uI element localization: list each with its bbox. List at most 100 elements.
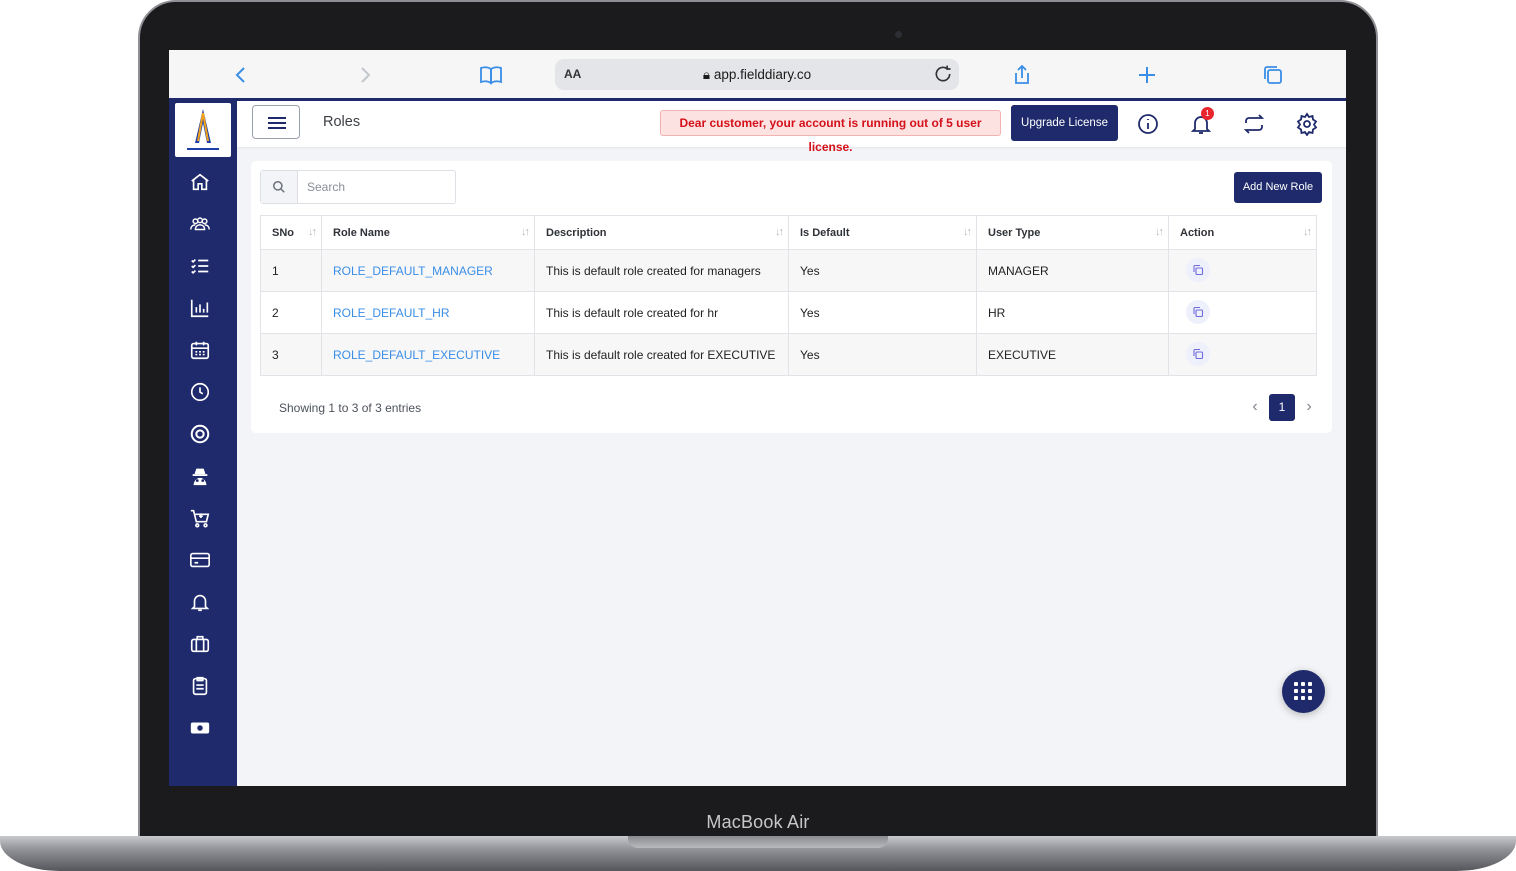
search-icon <box>261 171 298 203</box>
column-header-user-type[interactable]: User Type ↓↑ <box>976 215 1169 250</box>
task-list-icon[interactable] <box>189 255 211 277</box>
role-name-link[interactable]: ROLE_DEFAULT_HR <box>321 291 535 334</box>
table-row: 1 ROLE_DEFAULT_MANAGER This is default r… <box>260 249 1317 292</box>
cell-description: This is default role created for EXECUTI… <box>534 333 789 376</box>
cell-is-default: Yes <box>788 249 977 292</box>
role-name-link[interactable]: ROLE_DEFAULT_EXECUTIVE <box>321 333 535 376</box>
target-icon[interactable] <box>189 423 211 445</box>
spy-icon[interactable] <box>189 465 211 487</box>
cash-icon[interactable] <box>189 717 211 739</box>
lock-icon: 🔒︎ <box>702 67 714 82</box>
grid-dot <box>1294 689 1298 693</box>
sort-icon: ↓↑ <box>963 226 972 238</box>
copy-icon <box>1193 348 1204 360</box>
sort-icon: ↓↑ <box>308 226 317 238</box>
bookmarks-icon[interactable] <box>479 63 503 87</box>
copy-role-button[interactable] <box>1186 342 1210 366</box>
copy-role-button[interactable] <box>1186 300 1210 324</box>
menu-line <box>268 122 286 124</box>
card-icon[interactable] <box>189 549 211 571</box>
reload-icon[interactable] <box>933 64 953 84</box>
sort-icon: ↓↑ <box>1303 226 1312 238</box>
back-icon[interactable] <box>229 63 253 87</box>
grid-dot <box>1294 696 1298 700</box>
users-icon[interactable] <box>189 213 211 235</box>
bell-icon[interactable] <box>189 591 211 613</box>
new-tab-icon[interactable] <box>1135 63 1159 87</box>
notification-count-badge: 1 <box>1201 107 1214 120</box>
cell-description: This is default role created for manager… <box>534 249 789 292</box>
column-header-action[interactable]: Action ↓↑ <box>1168 215 1317 250</box>
column-header-role-name[interactable]: Role Name ↓↑ <box>321 215 535 250</box>
sort-icon: ↓↑ <box>521 226 530 238</box>
entries-info: Showing 1 to 3 of 3 entries <box>279 401 422 415</box>
grid-dot <box>1294 682 1298 686</box>
sort-icon: ↓↑ <box>1155 226 1164 238</box>
roles-table: SNo ↓↑ Role Name ↓↑ Description ↓↑ Is Defau… <box>260 215 1317 376</box>
search-box <box>260 170 456 204</box>
upgrade-license-button[interactable]: Upgrade License <box>1011 105 1118 141</box>
tabs-icon[interactable] <box>1261 63 1285 87</box>
laptop-notch <box>628 836 888 848</box>
role-name-link[interactable]: ROLE_DEFAULT_MANAGER <box>321 249 535 292</box>
url-text: 🔒︎ app.fielddiary.co <box>555 67 959 83</box>
share-icon[interactable] <box>1010 63 1034 87</box>
sort-icon: ↓↑ <box>775 226 784 238</box>
column-header-description[interactable]: Description ↓↑ <box>534 215 789 250</box>
cell-user-type: MANAGER <box>976 249 1169 292</box>
add-new-role-button[interactable]: Add New Role <box>1234 172 1322 203</box>
bar-chart-icon[interactable] <box>189 297 211 319</box>
home-icon[interactable] <box>189 171 211 193</box>
cell-is-default: Yes <box>788 291 977 334</box>
column-header-is-default[interactable]: Is Default ↓↑ <box>788 215 977 250</box>
apps-grid-fab[interactable] <box>1282 670 1325 713</box>
grid-dot <box>1308 689 1312 693</box>
camera <box>895 31 902 38</box>
briefcase-icon[interactable] <box>189 633 211 655</box>
grid-dot <box>1308 682 1312 686</box>
roles-card: Add New Role SNo ↓↑ Role Name ↓↑ Descripti… <box>251 161 1332 433</box>
table-header-row: SNo ↓↑ Role Name ↓↑ Description ↓↑ Is Defau… <box>260 215 1317 250</box>
cell-sno: 3 <box>260 333 322 376</box>
address-bar[interactable]: AA 🔒︎ app.fielddiary.co <box>555 59 959 90</box>
table-row: 2 ROLE_DEFAULT_HR This is default role c… <box>260 291 1317 334</box>
column-header-sno[interactable]: SNo ↓↑ <box>260 215 322 250</box>
grid-dot <box>1301 696 1305 700</box>
switch-icon[interactable] <box>1242 112 1266 136</box>
column-label: Role Name <box>333 226 390 239</box>
info-icon[interactable] <box>1136 112 1160 136</box>
copy-icon <box>1193 264 1204 276</box>
column-label: User Type <box>988 226 1041 239</box>
search-input[interactable] <box>299 171 454 203</box>
cell-action <box>1168 291 1317 334</box>
column-label: SNo <box>272 226 294 239</box>
pagination-prev-icon[interactable]: ‹ <box>1248 398 1262 416</box>
cell-description: This is default role created for hr <box>534 291 789 334</box>
menu-line <box>268 117 286 119</box>
pagination-page-current[interactable]: 1 <box>1269 394 1295 421</box>
clock-icon[interactable] <box>189 381 211 403</box>
copy-icon <box>1193 306 1204 318</box>
browser-toolbar: AA 🔒︎ app.fielddiary.co <box>169 50 1346 101</box>
grid-dot <box>1301 689 1305 693</box>
app-header: Roles Dear customer, your account is run… <box>237 101 1346 154</box>
column-label: Description <box>546 226 607 239</box>
hamburger-menu-button[interactable] <box>252 105 300 139</box>
device-label: MacBook Air <box>706 812 810 832</box>
cell-action <box>1168 249 1317 292</box>
url-value: app.fielddiary.co <box>713 67 812 82</box>
grid-dot <box>1301 682 1305 686</box>
cart-icon[interactable] <box>189 507 211 529</box>
calendar-icon[interactable] <box>189 339 211 361</box>
company-logo[interactable] <box>175 103 231 157</box>
clipboard-icon[interactable] <box>189 675 211 697</box>
cell-sno: 2 <box>260 291 322 334</box>
page-title: Roles <box>323 114 361 130</box>
copy-role-button[interactable] <box>1186 258 1210 282</box>
sidebar <box>169 101 237 786</box>
forward-icon[interactable] <box>353 63 377 87</box>
pagination-next-icon[interactable]: › <box>1302 398 1316 416</box>
license-alert: Dear customer, your account is running o… <box>660 110 1001 154</box>
menu-line <box>268 127 286 129</box>
settings-gear-icon[interactable] <box>1295 112 1319 136</box>
